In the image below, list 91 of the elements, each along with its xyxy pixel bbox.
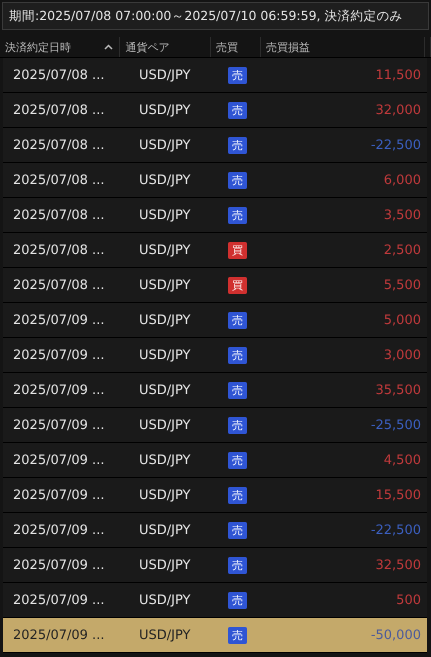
side-badge: 売 bbox=[228, 206, 247, 224]
date-cell: 2025/07/08 ... bbox=[13, 68, 104, 82]
profit-cell: 500 bbox=[396, 592, 421, 608]
table-row[interactable]: 2025/07/08 ... USD/JPY 売 11,500 bbox=[3, 58, 427, 93]
profit-cell: 3,000 bbox=[384, 348, 421, 362]
profit-cell: -22,500 bbox=[370, 138, 421, 152]
date-cell: 2025/07/09 ... bbox=[13, 592, 104, 608]
profit-cell: -50,000 bbox=[370, 628, 421, 642]
table-row[interactable]: 2025/07/09 ... USD/JPY 売 -22,500 bbox=[3, 513, 427, 548]
pair-cell: USD/JPY bbox=[139, 138, 190, 152]
sort-ascending-icon bbox=[104, 44, 114, 50]
profit-cell: 5,000 bbox=[384, 312, 421, 328]
column-header[interactable]: 売買 bbox=[211, 37, 261, 57]
date-cell: 2025/07/09 ... bbox=[13, 452, 104, 468]
table-row[interactable]: 2025/07/08 ... USD/JPY 売 6,000 bbox=[3, 163, 427, 198]
side-badge: 売 bbox=[228, 556, 247, 574]
date-cell: 2025/07/08 ... bbox=[13, 242, 104, 258]
table-row[interactable]: 2025/07/09 ... USD/JPY 売 35,500 bbox=[3, 373, 427, 408]
table-row[interactable]: 2025/07/09 ... USD/JPY 売 -50,000 bbox=[3, 618, 427, 653]
profit-cell: -25,500 bbox=[370, 418, 421, 432]
side-badge: 売 bbox=[228, 66, 247, 84]
table-row[interactable]: 2025/07/09 ... USD/JPY 売 15,500 bbox=[3, 478, 427, 513]
table-row[interactable]: 2025/07/09 ... USD/JPY 売 4,500 bbox=[3, 443, 427, 478]
pair-cell: USD/JPY bbox=[139, 558, 190, 572]
date-cell: 2025/07/09 ... bbox=[13, 558, 104, 572]
pair-cell: USD/JPY bbox=[139, 312, 190, 328]
date-cell: 2025/07/09 ... bbox=[13, 382, 104, 398]
date-cell: 2025/07/08 ... bbox=[13, 278, 104, 292]
table-row[interactable]: 2025/07/09 ... USD/JPY 売 32,500 bbox=[3, 548, 427, 583]
side-badge: 売 bbox=[228, 136, 247, 154]
column-header[interactable]: 決済約定日時 bbox=[0, 37, 120, 57]
date-cell: 2025/07/09 ... bbox=[13, 522, 104, 538]
side-badge: 売 bbox=[228, 312, 247, 328]
pair-cell: USD/JPY bbox=[139, 172, 190, 188]
date-cell: 2025/07/08 ... bbox=[13, 102, 104, 118]
profit-cell: 4,500 bbox=[384, 452, 421, 468]
pair-cell: USD/JPY bbox=[139, 382, 190, 398]
side-badge: 売 bbox=[228, 522, 247, 538]
pair-cell: USD/JPY bbox=[139, 522, 190, 538]
side-badge: 売 bbox=[228, 626, 247, 644]
table-row[interactable]: 2025/07/08 ... USD/JPY 売 -22,500 bbox=[3, 128, 427, 163]
column-header[interactable]: 通貨ペア bbox=[120, 37, 211, 57]
pair-cell: USD/JPY bbox=[139, 418, 190, 432]
pair-cell: USD/JPY bbox=[139, 68, 190, 82]
filter-field: 期間:2025/07/08 07:00:00～2025/07/10 06:59:59, 決済約定のみ bbox=[2, 2, 429, 30]
date-cell: 2025/07/09 ... bbox=[13, 488, 104, 502]
date-cell: 2025/07/09 ... bbox=[13, 312, 104, 328]
column-header[interactable]: 売買損益 bbox=[260, 37, 425, 57]
table-row[interactable]: 2025/07/08 ... USD/JPY 売 3,500 bbox=[3, 198, 427, 233]
side-badge: 売 bbox=[228, 346, 247, 364]
side-badge: 売 bbox=[228, 102, 247, 118]
table-row[interactable]: 2025/07/08 ... USD/JPY 買 2,500 bbox=[3, 233, 427, 268]
date-cell: 2025/07/08 ... bbox=[13, 208, 104, 222]
date-cell: 2025/07/09 ... bbox=[13, 348, 104, 362]
profit-cell: 5,500 bbox=[384, 278, 421, 292]
table-row[interactable]: 2025/07/08 ... USD/JPY 売 32,000 bbox=[3, 93, 427, 128]
side-badge: 売 bbox=[228, 172, 247, 188]
side-badge: 売 bbox=[228, 592, 247, 608]
profit-cell: 35,500 bbox=[376, 382, 421, 398]
pair-cell: USD/JPY bbox=[139, 452, 190, 468]
pair-cell: USD/JPY bbox=[139, 242, 190, 258]
table-row[interactable]: 2025/07/09 ... USD/JPY 売 5,000 bbox=[3, 303, 427, 338]
pair-cell: USD/JPY bbox=[139, 208, 190, 222]
profit-cell: 2,500 bbox=[384, 242, 421, 258]
profit-cell: 3,500 bbox=[384, 208, 421, 222]
profit-cell: 32,000 bbox=[376, 102, 421, 118]
side-badge: 買 bbox=[228, 242, 247, 258]
profit-cell: 6,000 bbox=[384, 172, 421, 188]
profit-cell: 15,500 bbox=[376, 488, 421, 502]
profit-cell: -22,500 bbox=[370, 522, 421, 538]
date-cell: 2025/07/08 ... bbox=[13, 172, 104, 188]
side-badge: 買 bbox=[228, 276, 247, 294]
side-badge: 売 bbox=[228, 382, 247, 398]
pair-cell: USD/JPY bbox=[139, 348, 190, 362]
table-row[interactable]: 2025/07/08 ... USD/JPY 買 5,500 bbox=[3, 268, 427, 303]
profit-cell: 11,500 bbox=[376, 68, 421, 82]
pair-cell: USD/JPY bbox=[139, 102, 190, 118]
date-cell: 2025/07/09 ... bbox=[13, 418, 104, 432]
date-cell: 2025/07/09 ... bbox=[13, 628, 104, 642]
pair-cell: USD/JPY bbox=[139, 592, 190, 608]
profit-cell: 32,500 bbox=[376, 558, 421, 572]
table-row[interactable]: 2025/07/09 ... USD/JPY 売 -25,500 bbox=[3, 408, 427, 443]
date-cell: 2025/07/08 ... bbox=[13, 138, 104, 152]
pair-cell: USD/JPY bbox=[139, 488, 190, 502]
table-row[interactable]: 2025/07/09 ... USD/JPY 売 500 bbox=[3, 583, 427, 618]
table-row[interactable]: 2025/07/09 ... USD/JPY 売 3,000 bbox=[3, 338, 427, 373]
side-badge: 売 bbox=[228, 486, 247, 504]
pair-cell: USD/JPY bbox=[139, 278, 190, 292]
side-badge: 売 bbox=[228, 416, 247, 434]
side-badge: 売 bbox=[228, 452, 247, 468]
pair-cell: USD/JPY bbox=[139, 628, 190, 642]
